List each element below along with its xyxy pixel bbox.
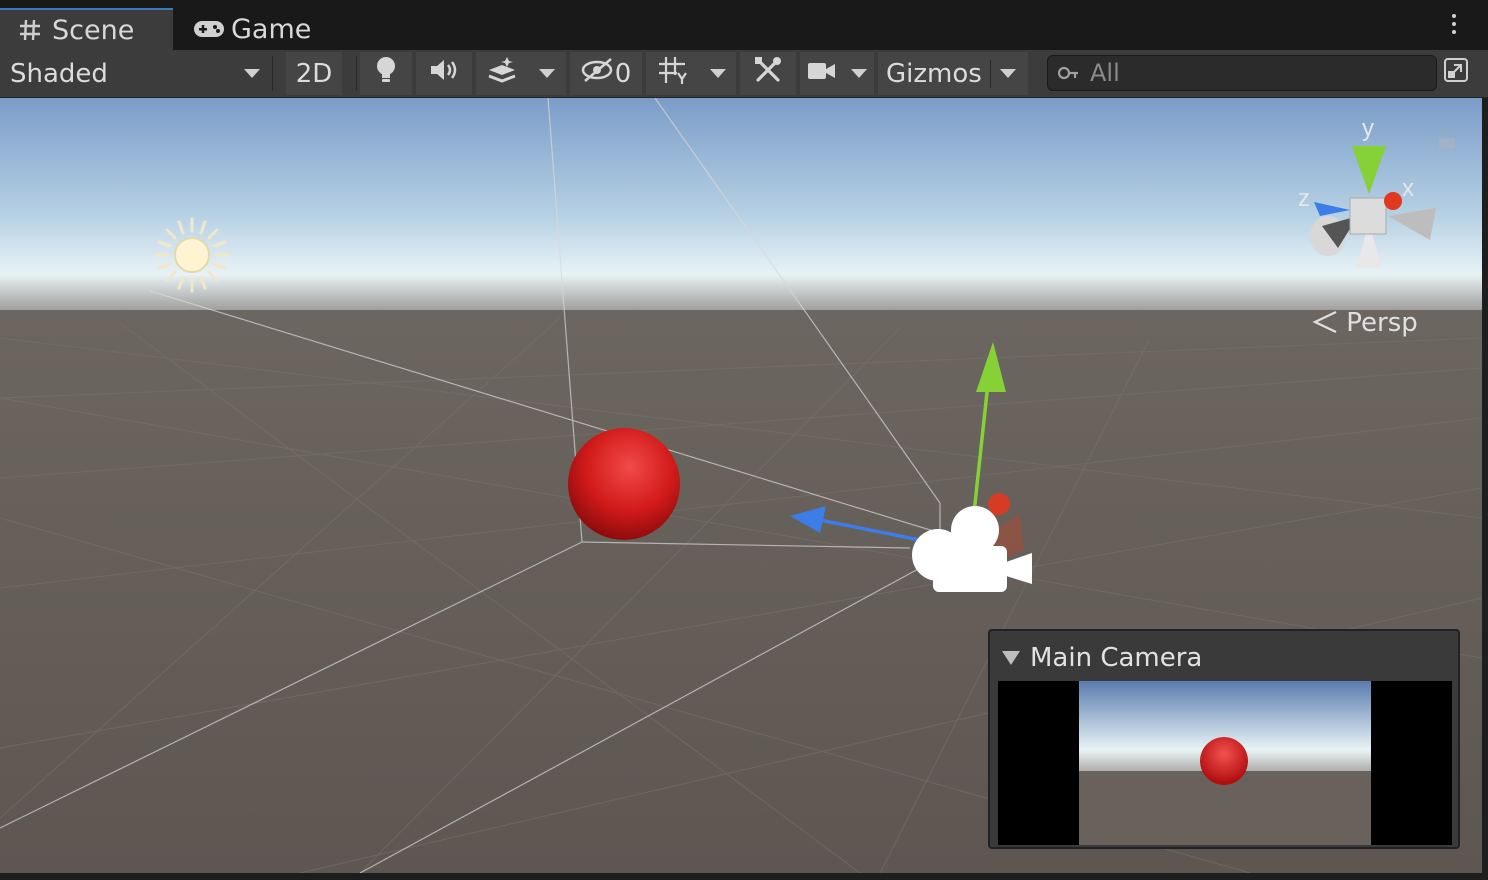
effects-dropdown-button[interactable] — [476, 52, 566, 95]
scene-toolbar: Shaded 2D 0 Gizmos All — [0, 50, 1488, 98]
grid-snapping-dropdown[interactable] — [646, 52, 736, 95]
tab-scene-label: Scene — [52, 14, 135, 46]
search-placeholder: All — [1090, 59, 1120, 87]
chevron-down-icon — [709, 69, 726, 78]
gamepad-icon — [193, 19, 225, 39]
hidden-eye-icon — [581, 57, 615, 90]
maximize-view-button[interactable] — [1438, 52, 1474, 95]
chevron-down-icon — [244, 69, 260, 78]
split-divider — [990, 59, 992, 88]
toolbar-divider — [272, 56, 273, 91]
lock-icon[interactable] — [1438, 128, 1456, 154]
directional-light-icon[interactable] — [154, 217, 230, 293]
chevron-down-icon — [539, 69, 555, 78]
more-options-icon[interactable] — [1452, 14, 1458, 38]
projection-toggle[interactable]: Persp — [1312, 308, 1418, 338]
tab-scene[interactable]: Scene — [0, 8, 173, 50]
component-tools-button[interactable] — [740, 52, 796, 95]
collapse-triangle-icon[interactable] — [1002, 651, 1020, 665]
chevron-down-icon — [1000, 69, 1016, 78]
toggle-2d-button[interactable]: 2D — [286, 52, 342, 95]
layers-effects-icon — [487, 56, 517, 91]
toggle-2d-label: 2D — [295, 58, 333, 89]
search-input[interactable]: All — [1047, 55, 1437, 91]
red-sphere[interactable] — [568, 428, 680, 540]
sky — [0, 98, 1482, 313]
shading-mode-dropdown[interactable]: Shaded — [0, 52, 270, 95]
tab-game-label: Game — [231, 13, 312, 45]
toolbar-divider — [356, 56, 357, 91]
gizmo-x-cone[interactable] — [1384, 192, 1402, 210]
tools-icon — [753, 55, 783, 92]
tab-bar: Scene Game — [0, 0, 1488, 50]
gizmo-y-label: y — [1362, 115, 1374, 142]
perspective-chevron-icon — [1312, 308, 1346, 338]
camera-settings-dropdown[interactable] — [800, 52, 874, 95]
projection-label: Persp — [1346, 308, 1418, 338]
chevron-down-icon — [851, 69, 867, 78]
video-camera-icon — [807, 59, 837, 89]
camera-preview-overlay[interactable]: Main Camera — [988, 629, 1460, 849]
lighting-toggle-button[interactable] — [360, 52, 412, 95]
camera-preview-image — [998, 681, 1452, 845]
preview-sphere — [1200, 737, 1248, 785]
grid-hash-icon — [18, 18, 42, 42]
search-icon — [1058, 65, 1080, 81]
camera-preview-title: Main Camera — [1030, 643, 1203, 673]
gizmo-center-cube[interactable] — [1349, 197, 1387, 235]
speaker-icon — [428, 57, 460, 90]
gizmo-z-label: z — [1298, 185, 1310, 212]
shading-mode-label: Shaded — [10, 58, 108, 89]
gizmo-x-label: x — [1402, 175, 1414, 202]
expand-icon — [1443, 57, 1469, 90]
gizmos-dropdown[interactable]: Gizmos — [878, 52, 1028, 95]
lightbulb-icon — [373, 55, 399, 92]
grid-snap-icon — [657, 55, 689, 92]
scene-visibility-button[interactable]: 0 — [570, 52, 642, 95]
camera-preview-header[interactable]: Main Camera — [1002, 643, 1202, 673]
x-axis-arrow[interactable] — [988, 493, 1010, 515]
gizmos-label: Gizmos — [886, 58, 982, 89]
hidden-count: 0 — [614, 58, 632, 89]
tab-game[interactable]: Game — [185, 8, 345, 50]
audio-toggle-button[interactable] — [416, 52, 472, 95]
scene-viewport[interactable]: y x z Persp Main Camera — [0, 98, 1482, 873]
